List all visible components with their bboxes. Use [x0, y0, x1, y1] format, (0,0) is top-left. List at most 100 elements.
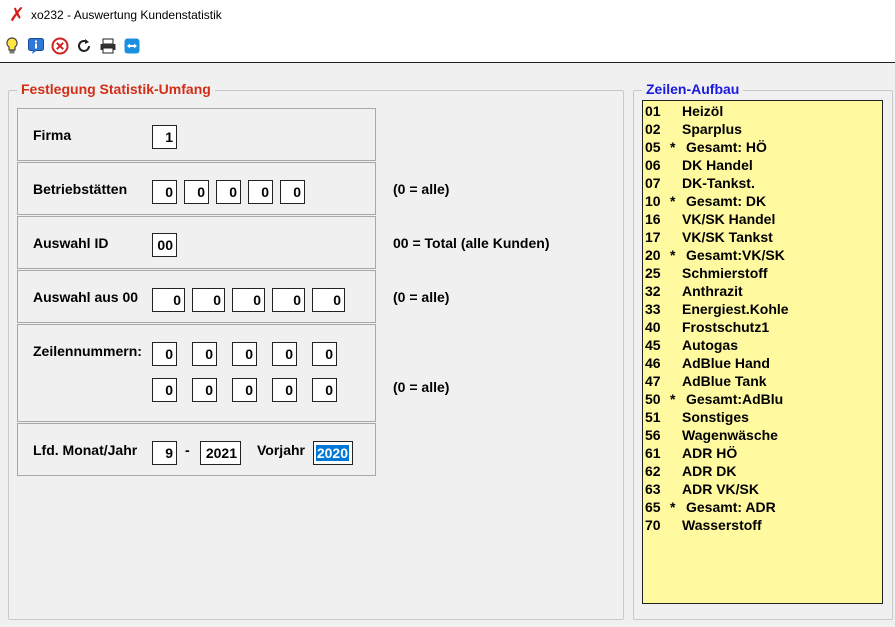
lightbulb-icon[interactable] [3, 37, 21, 55]
list-item-code: 56 [645, 427, 661, 443]
zeilennummer-row2-field-2[interactable]: 0 [192, 378, 217, 402]
monat-field[interactable]: 9 [152, 441, 177, 465]
list-item-code: 25 [645, 265, 661, 281]
refresh-icon[interactable] [75, 37, 93, 55]
list-item-name: Sparplus [682, 121, 742, 137]
monat-jahr-separator: - [185, 442, 190, 458]
list-item-name: DK-Tankst. [682, 175, 755, 191]
zeilennummer-row2-field-4[interactable]: 0 [272, 378, 297, 402]
list-item-code: 45 [645, 337, 661, 353]
auswahl-aus-field-5[interactable]: 0 [312, 288, 345, 312]
list-item-total-marker: * [670, 391, 676, 407]
list-item-name: Gesamt:AdBlu [686, 391, 784, 407]
zeilennummer-row1-field-4[interactable]: 0 [272, 342, 297, 366]
auswahl-id-label: Auswahl ID [33, 235, 109, 251]
list-item-name: VK/SK Tankst [682, 229, 773, 245]
list-item-name: Heizöl [682, 103, 724, 119]
betriebsstaette-field-4[interactable]: 0 [248, 180, 273, 204]
list-item-name: AdBlue Hand [682, 355, 770, 371]
list-item-code: 07 [645, 175, 661, 191]
auswahl-id-field[interactable]: 00 [152, 233, 177, 257]
list-item-name: Gesamt: DK [686, 193, 767, 209]
list-item-name: Gesamt: ADR [686, 499, 776, 515]
list-item-name: Schmierstoff [682, 265, 768, 281]
zeilen-aufbau-list[interactable]: 01 Heizöl 02 Sparplus 05 * Gesamt: HÖ 06 DK Hand… [642, 100, 883, 604]
list-item-code: 40 [645, 319, 661, 335]
list-item-total-marker: * [670, 499, 676, 515]
list-item-name: Wagenwäsche [682, 427, 778, 443]
list-item-name: Gesamt:VK/SK [686, 247, 785, 263]
vorjahr-label: Vorjahr [257, 442, 305, 458]
list-item-code: 32 [645, 283, 661, 299]
list-item-code: 70 [645, 517, 661, 533]
list-item-code: 51 [645, 409, 661, 425]
auswahl-aus-field-3[interactable]: 0 [232, 288, 265, 312]
cancel-icon[interactable] [51, 37, 69, 55]
betriebsstaette-field-3[interactable]: 0 [216, 180, 241, 204]
auswahl-aus-field-4[interactable]: 0 [272, 288, 305, 312]
list-item-name: ADR VK/SK [682, 481, 760, 497]
statistik-umfang-legend: Festlegung Statistik-Umfang [17, 81, 215, 97]
title-bar: ✗ xo232 - Auswertung Kundenstatistik [0, 0, 895, 31]
zeilennummer-row2-field-3[interactable]: 0 [232, 378, 257, 402]
list-item-name: VK/SK Handel [682, 211, 776, 227]
monat-jahr-label: Lfd. Monat/Jahr [33, 442, 138, 458]
list-item-code: 50 [645, 391, 661, 407]
list-item-name: Sonstiges [682, 409, 749, 425]
list-item-name: Energiest.Kohle [682, 301, 789, 317]
list-item-code: 63 [645, 481, 661, 497]
list-item-name: Anthrazit [682, 283, 743, 299]
list-item-code: 47 [645, 373, 661, 389]
remote-support-icon[interactable] [123, 37, 141, 55]
list-item-code: 06 [645, 157, 661, 173]
auswahl-aus-field-1[interactable]: 0 [152, 288, 185, 312]
list-item-code: 65 [645, 499, 661, 515]
zeilennummer-row1-field-2[interactable]: 0 [192, 342, 217, 366]
list-item-name: Frostschutz1 [682, 319, 770, 335]
zeilennummer-row2-field-1[interactable]: 0 [152, 378, 177, 402]
betriebsstaette-field-2[interactable]: 0 [184, 180, 209, 204]
firma-field[interactable]: 1 [152, 125, 177, 149]
zeilennummer-row1-field-3[interactable]: 0 [232, 342, 257, 366]
jahr-field[interactable]: 2021 [200, 441, 241, 465]
betriebsstaette-field-5[interactable]: 0 [280, 180, 305, 204]
list-item-code: 02 [645, 121, 661, 137]
list-item-code: 20 [645, 247, 661, 263]
zeilennummern-panel [17, 324, 376, 422]
auswahl-aus-field-2[interactable]: 0 [192, 288, 225, 312]
betriebsstaette-field-1[interactable]: 0 [152, 180, 177, 204]
vorjahr-field[interactable]: 2020 [313, 441, 353, 465]
list-item-code: 10 [645, 193, 661, 209]
betriebsstaetten-hint: (0 = alle) [393, 181, 450, 197]
zeilennummern-label: Zeilennummern: [33, 343, 142, 359]
zeilennummer-row1-field-1[interactable]: 0 [152, 342, 177, 366]
printer-icon[interactable] [99, 37, 117, 55]
list-item-name: ADR HÖ [682, 445, 738, 461]
list-item-code: 17 [645, 229, 661, 245]
auswahl-aus-hint: (0 = alle) [393, 289, 450, 305]
list-item-name: AdBlue Tank [682, 373, 767, 389]
list-item-code: 33 [645, 301, 661, 317]
list-item-name: Gesamt: HÖ [686, 139, 767, 155]
list-item-name: Wasserstoff [682, 517, 762, 533]
list-item-code: 16 [645, 211, 661, 227]
zeilennummern-hint: (0 = alle) [393, 379, 450, 395]
list-item-code: 61 [645, 445, 661, 461]
list-item-code: 46 [645, 355, 661, 371]
list-item-total-marker: * [670, 247, 676, 263]
zeilennummer-row2-field-5[interactable]: 0 [312, 378, 337, 402]
toolbar [0, 31, 895, 63]
firma-label: Firma [33, 127, 72, 143]
auswahl-id-hint: 00 = Total (alle Kunden) [393, 235, 550, 251]
info-icon[interactable] [27, 37, 45, 55]
window-title: xo232 - Auswertung Kundenstatistik [31, 8, 222, 22]
list-item-name: DK Handel [682, 157, 753, 173]
list-item-name: ADR DK [682, 463, 737, 479]
list-item-total-marker: * [670, 193, 676, 209]
vorjahr-value: 2020 [315, 445, 349, 461]
betriebsstaetten-label: Betriebstätten [33, 181, 128, 197]
list-item-code: 62 [645, 463, 661, 479]
zeilen-aufbau-legend: Zeilen-Aufbau [642, 81, 744, 97]
zeilennummer-row1-field-5[interactable]: 0 [312, 342, 337, 366]
list-item-total-marker: * [670, 139, 676, 155]
